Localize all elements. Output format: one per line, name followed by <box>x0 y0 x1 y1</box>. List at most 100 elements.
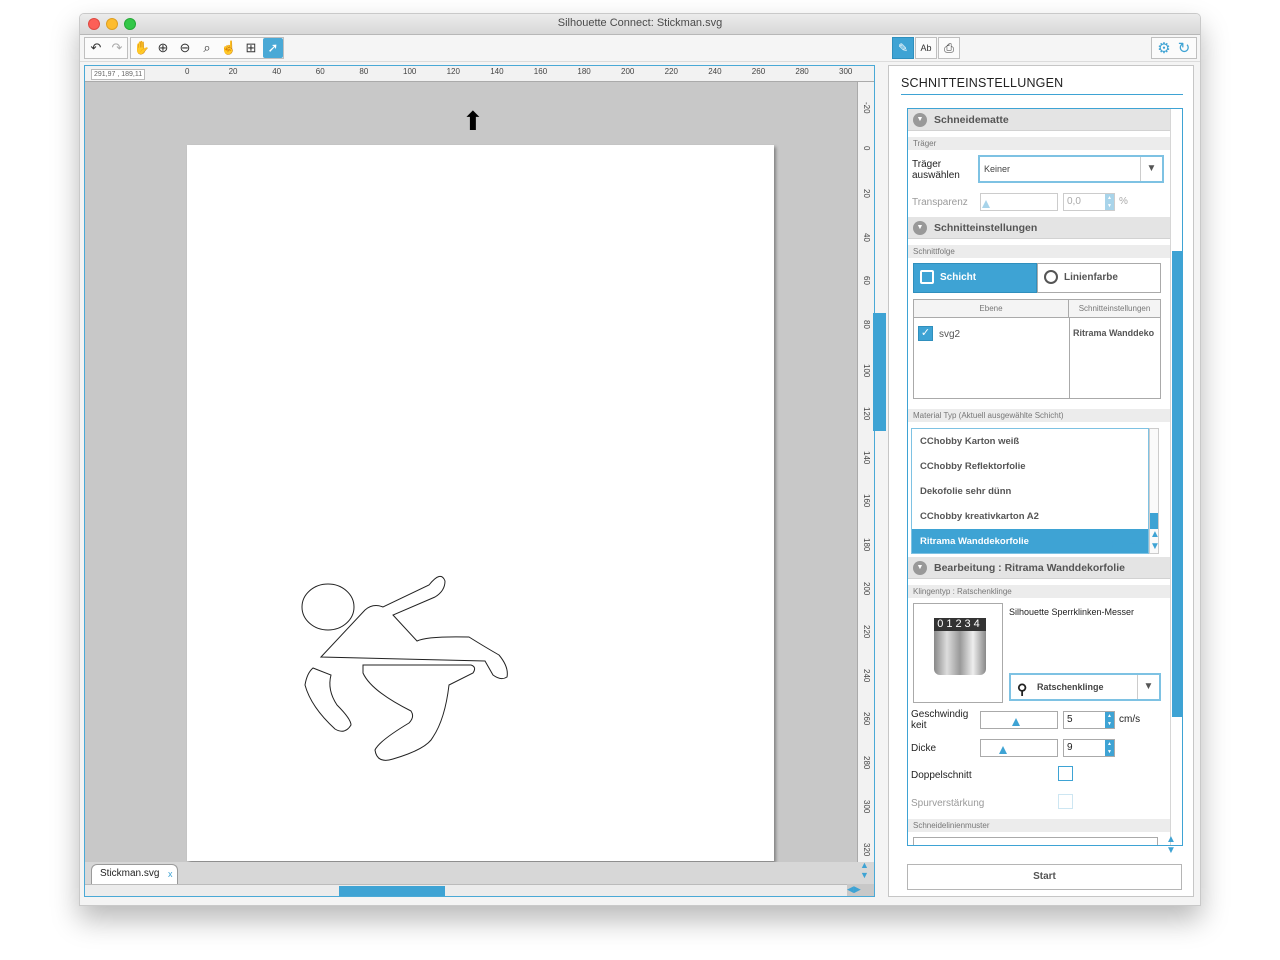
ruler-h-label: 300 <box>839 67 853 76</box>
feed-direction-arrow-icon: ⬆ <box>462 106 484 136</box>
transparency-stepper[interactable]: ▲ ▼ <box>1105 194 1114 210</box>
start-button[interactable]: Start <box>907 864 1182 890</box>
blade-name: Silhouette Sperrklinken-Messer <box>1009 607 1135 617</box>
cutting-mat-page[interactable] <box>187 145 774 861</box>
horizontal-ruler: 291,97 , 189,11 0 20 40 60 80 100 120 140 160 180… <box>85 66 874 82</box>
material-list-item[interactable]: Dekofolie sehr dünn <box>912 479 1148 504</box>
zoom-select-icon[interactable]: ⌕ <box>197 38 217 58</box>
text-style-tab-icon[interactable]: Ab <box>915 37 937 59</box>
ruler-v-label: 140 <box>862 450 871 465</box>
collapse-icon[interactable]: ▼ <box>913 561 927 575</box>
cut-by-layer-label: Schicht <box>940 272 977 283</box>
ruler-v-label: 200 <box>862 581 871 595</box>
thickness-label: Dicke <box>911 743 937 754</box>
thickness-field[interactable]: 9 ▲ ▼ <box>1063 739 1115 757</box>
horizontal-scrollbar[interactable] <box>85 884 847 896</box>
redo-icon[interactable]: ↷ <box>107 38 127 58</box>
transparency-label: Transparenz <box>912 197 968 208</box>
material-list-arrows-icon[interactable]: ▲ ▼ <box>1150 529 1160 553</box>
scroll-left-right-arrows-icon[interactable]: ◀▶ <box>847 884 861 895</box>
collapse-icon[interactable]: ▼ <box>913 221 927 235</box>
zoom-drag-icon[interactable]: ☝ <box>219 38 239 58</box>
ruler-v-label: 160 <box>862 494 871 508</box>
cut-pattern-select[interactable] <box>913 837 1158 845</box>
stickman-right-leg[interactable] <box>362 664 476 761</box>
material-list-item[interactable]: CChobby Karton weiß <box>912 429 1148 454</box>
zoom-in-icon[interactable]: ⊕ <box>153 38 173 58</box>
gear-icon[interactable]: ⚙ <box>1153 37 1175 59</box>
material-list-item[interactable]: CChobby Reflektorfolie <box>912 454 1148 479</box>
ruler-h-label: 160 <box>533 67 548 76</box>
layer-cut-setting: Ritrama Wanddeko <box>1073 328 1155 338</box>
ruler-h-label: 0 <box>185 67 190 76</box>
speed-slider-knob[interactable] <box>1012 718 1020 726</box>
send-tab-icon[interactable]: ⎙ <box>938 37 960 59</box>
cut-settings-tab-icon[interactable]: ✎ <box>892 37 914 59</box>
speed-field[interactable]: 5 ▲ ▼ <box>1063 711 1115 729</box>
cut-by-linecolor-button[interactable]: Linienfarbe <box>1037 263 1161 293</box>
thickness-slider[interactable] <box>980 739 1058 757</box>
double-cut-checkbox[interactable] <box>1058 766 1073 781</box>
layer-name: svg2 <box>939 329 961 340</box>
transparency-unit: % <box>1119 196 1128 207</box>
horizontal-scroll-thumb[interactable] <box>339 886 445 896</box>
pan-icon[interactable]: ✋ <box>132 38 152 58</box>
section-mat-header[interactable]: ▼ Schneidematte <box>908 109 1170 131</box>
transparency-slider[interactable] <box>980 193 1058 211</box>
window-title: Silhouette Connect: Stickman.svg <box>557 17 723 29</box>
speed-stepper[interactable]: ▲ ▼ <box>1105 712 1114 728</box>
panel-scrollbar[interactable] <box>1170 109 1182 845</box>
canvas-area[interactable]: 291,97 , 189,11 0 20 40 60 80 100 120 140 160 180… <box>84 65 875 897</box>
zoom-out-icon[interactable]: ⊖ <box>175 38 195 58</box>
cut-pattern-subheader: Schneidelinienmuster <box>908 819 1170 832</box>
carrier-select[interactable]: Keiner ▼ <box>978 155 1164 183</box>
close-tab-icon[interactable]: x <box>168 865 173 883</box>
speed-unit: cm/s <box>1119 714 1141 725</box>
document-tab[interactable]: Stickman.svg x <box>91 864 179 884</box>
transparency-slider-knob[interactable] <box>982 200 990 208</box>
section-edit-header[interactable]: ▼ Bearbeitung : Ritrama Wanddekorfolie <box>908 557 1170 579</box>
add-material-button[interactable]: + <box>1108 537 1116 551</box>
select-icon[interactable]: ➚ <box>263 38 283 58</box>
collapse-icon[interactable]: ▼ <box>913 113 927 127</box>
panel-scroll-thumb[interactable] <box>1172 251 1182 717</box>
material-list-item[interactable]: CChobby kreativkarton A2 <box>912 504 1148 529</box>
thickness-slider-knob[interactable] <box>999 746 1007 754</box>
stickman-torso[interactable] <box>319 575 508 680</box>
cut-settings-panel: SCHNITTEINSTELLUNGEN ▼ Schneidematte Trä… <box>888 65 1194 897</box>
ruler-h-label: 240 <box>708 67 722 76</box>
section-cut-header[interactable]: ▼ Schnitteinstellungen <box>908 217 1170 239</box>
ruler-v-label: -20 <box>862 102 871 114</box>
vertical-scroll-thumb[interactable] <box>873 313 886 431</box>
double-cut-label: Doppelschnitt <box>911 770 972 781</box>
track-enhance-checkbox[interactable] <box>1058 794 1073 809</box>
material-subheader: Material Typ (Aktuell ausgewählte Schich… <box>908 409 1170 422</box>
blade-type-subheader: Klingentyp : Ratschenklinge <box>908 585 1170 598</box>
undo-icon[interactable]: ↶ <box>86 38 106 58</box>
refresh-icon[interactable]: ↻ <box>1173 37 1195 59</box>
transparency-value: 0,0 <box>1067 196 1081 207</box>
layer-icon <box>920 270 934 284</box>
settings-scroll-area[interactable]: ▼ Schneidematte Träger Träger auswählen … <box>907 108 1183 846</box>
stickman-drawing[interactable] <box>187 145 774 861</box>
thickness-stepper[interactable]: ▲ ▼ <box>1105 740 1114 756</box>
blade-select[interactable]: ⚲ Ratschenklinge ▼ <box>1009 673 1161 701</box>
blade-icon <box>934 631 986 675</box>
fit-page-icon[interactable]: ⊞ <box>241 38 261 58</box>
chevron-down-icon: ▼ <box>1137 675 1159 699</box>
ruler-h-label: 280 <box>795 67 809 76</box>
stickman-left-leg[interactable] <box>304 667 352 732</box>
layer-visible-checkbox[interactable]: ✓ <box>918 326 933 341</box>
cut-by-layer-button[interactable]: Schicht <box>913 263 1037 293</box>
track-enhance-label: Spurverstärkung <box>911 798 985 809</box>
scroll-up-down-arrows-icon[interactable]: ▲ ▼ <box>860 860 869 880</box>
stickman-head[interactable] <box>301 583 355 631</box>
transparency-field[interactable]: 0,0 ▲ ▼ <box>1063 193 1115 211</box>
speed-slider[interactable] <box>980 711 1058 729</box>
remove-material-button[interactable]: − <box>1128 537 1136 551</box>
ruler-h-label: 20 <box>228 67 238 76</box>
material-scroll-thumb[interactable] <box>1150 513 1158 529</box>
ruler-h-label: 220 <box>664 67 678 76</box>
ruler-v-label: 80 <box>862 320 871 329</box>
panel-scroll-arrows-icon[interactable]: ▲ ▼ <box>1166 834 1176 856</box>
